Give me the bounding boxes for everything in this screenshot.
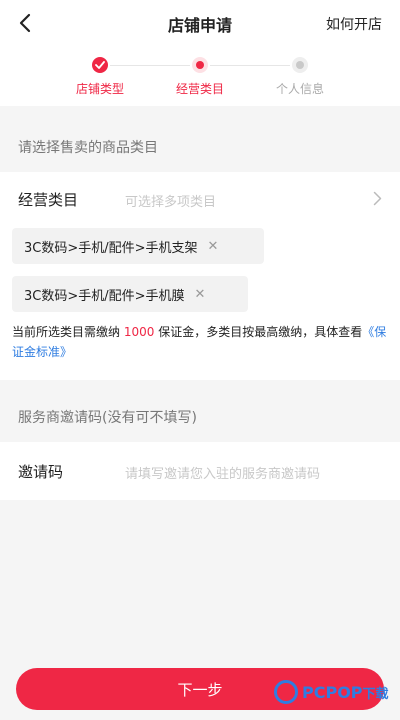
deposit-amount: 1000 bbox=[123, 325, 155, 339]
step-store-type: 店铺类型 bbox=[55, 57, 145, 97]
category-section: 经营类目 可选择多项类目 3C数码>手机/配件>手机支架 ✕ 3C数码>手机/配… bbox=[0, 172, 400, 380]
category-tag: 3C数码>手机/配件>手机支架 ✕ bbox=[12, 228, 264, 264]
top-nav-bar: 店铺申请 如何开店 bbox=[0, 0, 400, 48]
remove-tag-icon[interactable]: ✕ bbox=[195, 287, 206, 302]
deposit-note-prefix: 当前所选类目需缴纳 bbox=[12, 325, 124, 339]
pcpop-watermark: PCPOP 下载 bbox=[274, 680, 389, 704]
how-to-open-store-link[interactable]: 如何开店 bbox=[326, 14, 382, 34]
invite-code-input[interactable]: 请填写邀请您入驻的服务商邀请码 bbox=[125, 463, 320, 482]
category-tag-text: 3C数码>手机/配件>手机支架 bbox=[24, 240, 198, 256]
category-tag: 3C数码>手机/配件>手机膜 ✕ bbox=[12, 276, 248, 312]
deposit-note: 当前所选类目需缴纳 1000 保证金，多类目按最高缴纳，具体查看《保证金标准》 bbox=[12, 322, 388, 362]
remove-tag-icon[interactable]: ✕ bbox=[208, 239, 219, 254]
progress-steps: 店铺类型 经营类目 个人信息 bbox=[0, 48, 400, 106]
step-label: 经营类目 bbox=[175, 82, 224, 96]
invite-section-heading: 服务商邀请码(没有可不填写) bbox=[0, 394, 400, 442]
active-step-dot-icon bbox=[192, 57, 208, 73]
watermark-suffix: 下载 bbox=[362, 686, 389, 702]
watermark-text: PCPOP bbox=[302, 682, 363, 702]
business-category-selector[interactable]: 可选择多项类目 bbox=[125, 191, 216, 210]
category-section-heading: 请选择售卖的商品类目 bbox=[0, 124, 400, 172]
pending-step-dot-icon bbox=[292, 57, 308, 73]
check-icon bbox=[92, 57, 108, 73]
invite-section: 邀请码 请填写邀请您入驻的服务商邀请码 bbox=[0, 442, 400, 500]
step-personal-info: 个人信息 bbox=[255, 57, 345, 97]
category-tag-text: 3C数码>手机/配件>手机膜 bbox=[24, 288, 185, 304]
step-business-category: 经营类目 bbox=[155, 57, 245, 97]
step-label: 个人信息 bbox=[275, 82, 324, 96]
business-category-label: 经营类目 bbox=[18, 191, 79, 209]
step-label: 店铺类型 bbox=[75, 82, 124, 96]
deposit-note-suffix: 保证金，多类目按最高缴纳，具体查看 bbox=[154, 325, 363, 339]
invite-code-label: 邀请码 bbox=[18, 463, 64, 481]
pcpop-logo-icon bbox=[274, 680, 298, 704]
chevron-right-icon[interactable] bbox=[373, 191, 382, 210]
